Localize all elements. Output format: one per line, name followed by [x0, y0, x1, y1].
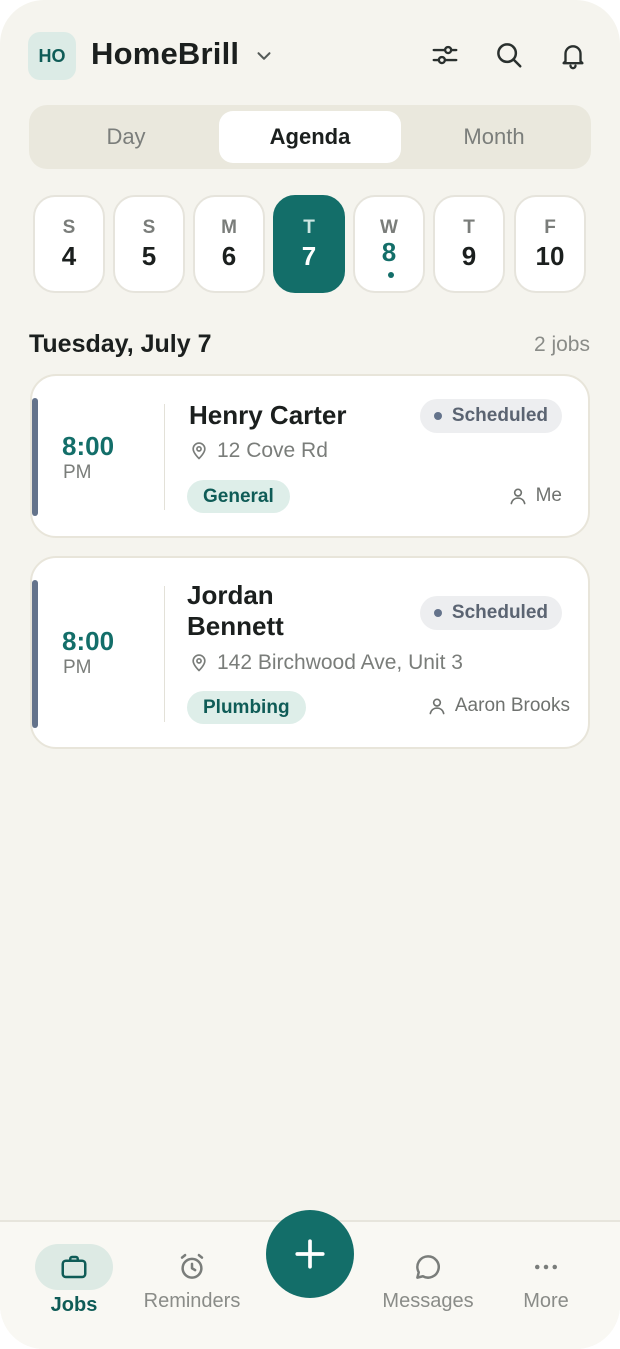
bell-icon [562, 45, 584, 70]
view-switcher: Day Agenda Month [29, 105, 591, 169]
job-ampm: PM [63, 462, 92, 483]
search-icon [497, 43, 522, 68]
date-chip-selected[interactable]: T 7 [273, 195, 345, 293]
map-pin-icon [192, 654, 206, 672]
date-chip[interactable]: F 10 [514, 195, 586, 293]
date-number: 10 [535, 241, 565, 271]
briefcase-icon [61, 1255, 87, 1279]
divider [164, 404, 165, 510]
job-time: 8:00 [62, 431, 115, 461]
org-name[interactable]: HomeBrill [91, 36, 239, 72]
nav-label: More [523, 1290, 569, 1312]
date-weekday: T [463, 217, 475, 238]
job-client-name: Jordan Bennett [187, 580, 284, 642]
address-text: 142 Birchwood Ave, Unit 3 [217, 651, 463, 674]
job-category-tag: General [187, 480, 290, 513]
person-icon [510, 488, 526, 505]
status-dot [433, 609, 442, 617]
filter-button[interactable] [428, 38, 462, 72]
date-number: 8 [381, 237, 397, 267]
alarm-clock-icon [180, 1253, 204, 1279]
date-chip[interactable]: W 8 [353, 195, 425, 293]
nav-icon-container [389, 1244, 467, 1290]
date-chip[interactable]: M 6 [193, 195, 265, 293]
date-number: 4 [61, 241, 77, 271]
date-number: 9 [461, 241, 477, 271]
nav-reminders[interactable]: Reminders [130, 1222, 254, 1332]
org-avatar[interactable]: HO [28, 32, 76, 80]
status-dot [433, 412, 442, 420]
nav-messages[interactable]: Messages [366, 1222, 490, 1332]
nav-icon-container [35, 1244, 113, 1290]
date-weekday: W [380, 217, 398, 238]
top-header: HO HomeBrill [0, 0, 620, 110]
section-job-count: 2 jobs [533, 333, 590, 356]
nav-label: Reminders [143, 1290, 241, 1312]
date-chip[interactable]: S 5 [113, 195, 185, 293]
filter-icon [432, 45, 458, 65]
date-chip[interactable]: T 9 [433, 195, 505, 293]
date-weekday: T [303, 217, 315, 238]
date-number: 5 [141, 241, 157, 271]
assignee-name: Me [535, 485, 562, 506]
nav-label: Jobs [50, 1294, 98, 1316]
date-number: 6 [221, 241, 237, 271]
status-accent-bar [32, 398, 38, 516]
nav-icon-container [507, 1244, 585, 1290]
map-pin-icon [192, 442, 206, 460]
job-assignee: Aaron Brooks [427, 695, 570, 717]
status-label: Scheduled [451, 405, 548, 426]
client-name-line: Jordan [187, 580, 274, 610]
plus-icon [295, 1239, 325, 1269]
address-text: 12 Cove Rd [217, 439, 328, 462]
job-category-tag: Plumbing [187, 691, 306, 724]
tab-agenda[interactable]: Agenda [219, 111, 401, 163]
chat-bubble-icon [416, 1255, 440, 1279]
nav-label: Messages [382, 1290, 474, 1312]
nav-jobs[interactable]: Jobs [12, 1222, 136, 1332]
job-address: 142 Birchwood Ave, Unit 3 [189, 651, 463, 675]
job-ampm: PM [63, 657, 92, 678]
status-badge: Scheduled [419, 596, 562, 630]
job-client-name: Henry Carter [189, 400, 347, 431]
client-name-line: Henry Carter [189, 400, 347, 430]
status-accent-bar [32, 580, 38, 728]
nav-more[interactable]: More [484, 1222, 608, 1332]
date-weekday: M [221, 217, 237, 238]
job-card[interactable]: 8:00 PM Henry Carter Scheduled 12 Cove R… [30, 374, 590, 538]
status-badge: Scheduled [419, 399, 562, 433]
date-weekday: S [62, 217, 76, 238]
tab-month[interactable]: Month [403, 111, 585, 163]
section-date-title: Tuesday, July 7 [29, 330, 212, 358]
status-label: Scheduled [451, 602, 548, 623]
divider [164, 586, 165, 722]
assignee-name: Aaron Brooks [454, 695, 570, 716]
tab-day[interactable]: Day [35, 111, 217, 163]
date-chip[interactable]: S 4 [33, 195, 105, 293]
date-weekday: S [142, 217, 156, 238]
more-dots-icon [535, 1264, 557, 1270]
search-button[interactable] [492, 38, 526, 72]
client-name-line: Bennett [187, 611, 284, 641]
event-indicator-dot [388, 272, 394, 278]
nav-icon-container [153, 1244, 231, 1290]
job-address: 12 Cove Rd [189, 439, 328, 463]
job-time: 8:00 [62, 626, 115, 656]
job-assignee: Me [508, 485, 562, 507]
date-weekday: F [544, 217, 556, 238]
job-card[interactable]: 8:00 PM Jordan Bennett Scheduled 142 Bir… [30, 556, 590, 749]
person-icon [429, 698, 445, 715]
add-job-button[interactable] [266, 1210, 354, 1298]
chevron-down-icon[interactable] [253, 45, 275, 67]
date-number: 7 [301, 241, 317, 271]
notifications-button[interactable] [556, 38, 590, 72]
app-screen: HO HomeBrill Day Agenda Month S 4 S 5 M … [0, 0, 620, 1349]
